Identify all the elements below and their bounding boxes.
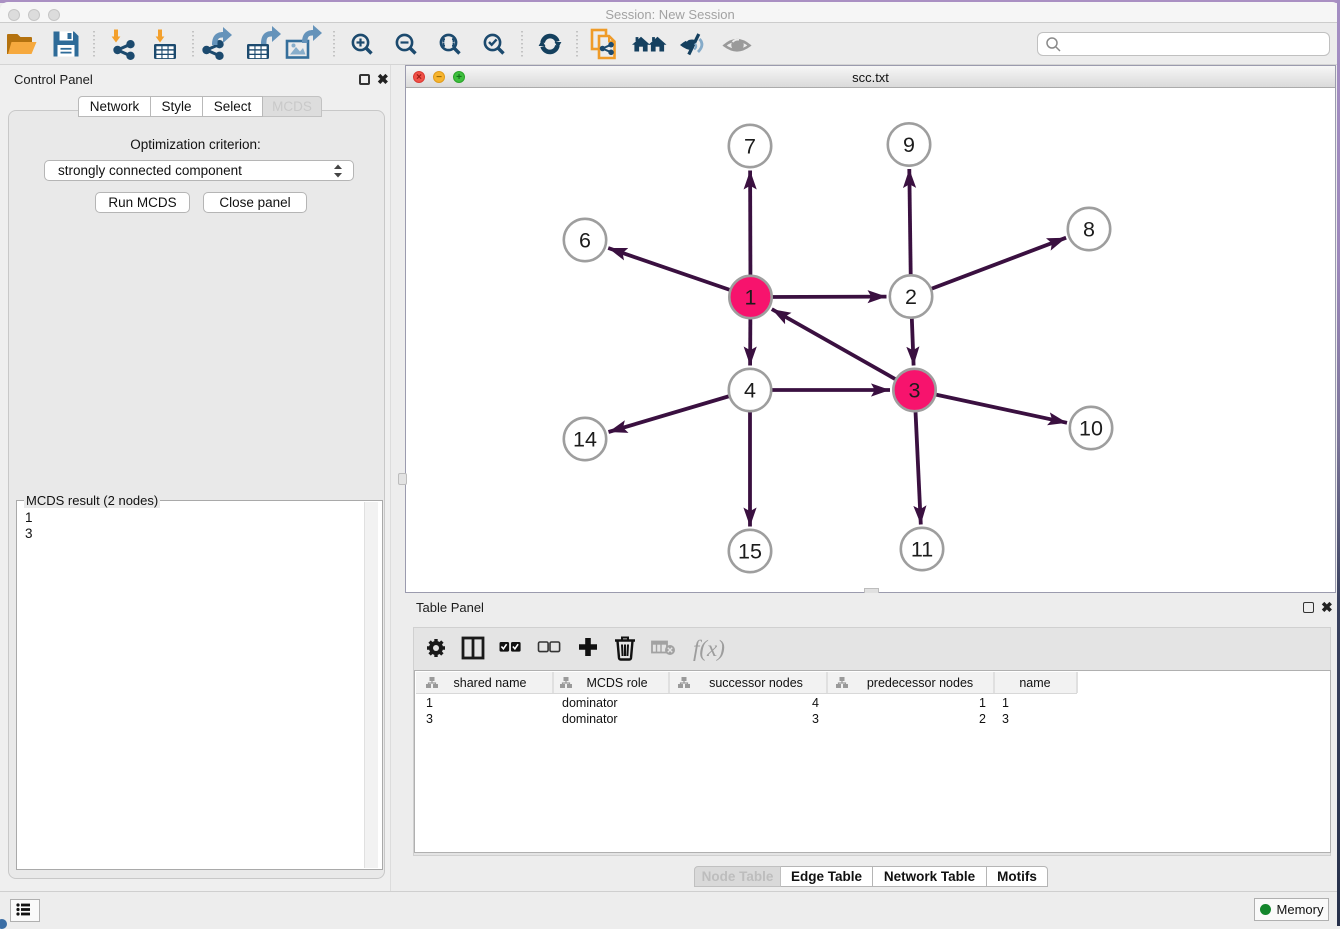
- svg-text:6: 6: [579, 229, 591, 253]
- svg-text:2: 2: [905, 285, 917, 309]
- svg-text:11: 11: [911, 538, 933, 562]
- svg-text:3: 3: [1002, 712, 1009, 726]
- svg-text:7: 7: [744, 135, 756, 159]
- svg-text:3: 3: [812, 712, 819, 726]
- svg-text:1: 1: [979, 696, 986, 710]
- svg-text:1: 1: [1002, 696, 1009, 710]
- svg-text:shared name: shared name: [454, 676, 527, 690]
- svg-text:MCDS role: MCDS role: [586, 676, 647, 690]
- svg-text:9: 9: [903, 133, 915, 157]
- svg-text:4: 4: [812, 696, 819, 710]
- svg-text:1: 1: [745, 286, 757, 310]
- svg-text:dominator: dominator: [562, 696, 618, 710]
- svg-text:3: 3: [426, 712, 433, 726]
- svg-text:4: 4: [744, 379, 756, 403]
- svg-text:3: 3: [909, 379, 921, 403]
- svg-text:1: 1: [426, 696, 433, 710]
- svg-text:2: 2: [979, 712, 986, 726]
- svg-text:dominator: dominator: [562, 712, 618, 726]
- svg-text:8: 8: [1083, 218, 1095, 242]
- svg-text:15: 15: [738, 540, 762, 564]
- svg-text:10: 10: [1079, 417, 1103, 441]
- svg-text:f(x): f(x): [693, 636, 725, 661]
- svg-text:successor nodes: successor nodes: [709, 676, 803, 690]
- svg-text:predecessor nodes: predecessor nodes: [867, 676, 973, 690]
- svg-text:14: 14: [573, 428, 597, 452]
- svg-text:name: name: [1019, 676, 1050, 690]
